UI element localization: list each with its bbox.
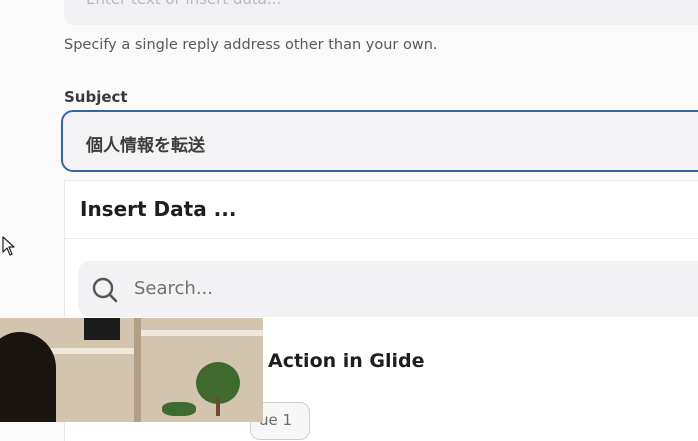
webcam-plant-trunk: [216, 398, 220, 416]
search-placeholder: Search...: [134, 278, 214, 299]
search-icon: [92, 277, 118, 303]
dropdown-divider: [65, 238, 698, 239]
insert-data-title: Insert Data ...: [80, 197, 237, 221]
subject-input[interactable]: 個人情報を転送: [61, 110, 698, 172]
webcam-person: [0, 332, 56, 422]
reply-to-helper-text: Specify a single reply address other tha…: [64, 37, 438, 53]
webcam-cloth: [84, 318, 120, 340]
webcam-shelf: [40, 348, 134, 354]
webcam-shelf-post: [134, 318, 141, 422]
webcam-small-plant: [162, 402, 196, 416]
search-input[interactable]: Search...: [78, 261, 698, 317]
reply-to-placeholder: Enter text or insert data...: [86, 0, 281, 8]
subject-label: Subject: [64, 88, 128, 106]
mouse-cursor-icon: [2, 236, 15, 256]
reply-to-input[interactable]: Enter text or insert data...: [64, 0, 698, 25]
subject-value: 個人情報を転送: [86, 136, 205, 156]
step-action-title[interactable]: Action in Glide: [268, 350, 425, 372]
webcam-overlay: [0, 318, 263, 422]
webcam-shelf: [141, 330, 263, 336]
step-value-pill-label: ue 1: [259, 411, 293, 429]
